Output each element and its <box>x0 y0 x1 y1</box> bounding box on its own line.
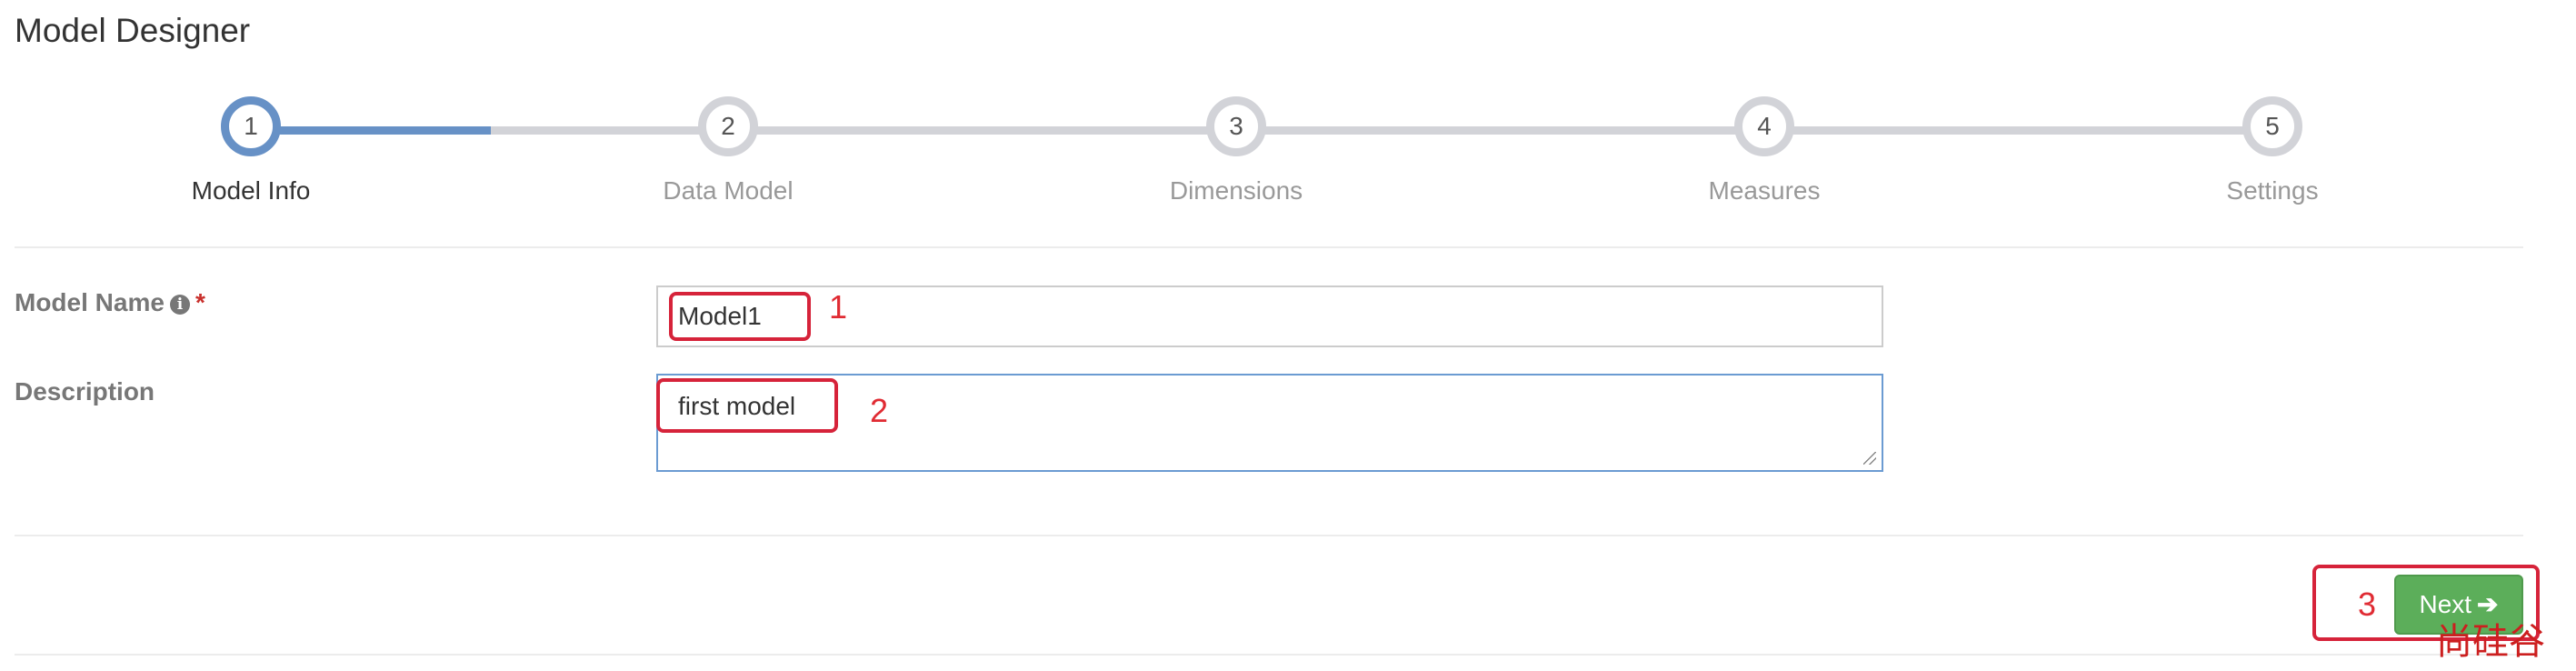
next-button-label: Next <box>2419 590 2472 618</box>
annotation-number-2: 2 <box>870 392 889 429</box>
annotation-box-1 <box>669 292 811 341</box>
divider-top <box>15 246 2523 248</box>
model-name-label: Model Name i * <box>15 287 205 318</box>
annotation-number-1: 1 <box>829 288 848 325</box>
wizard-step-dimensions[interactable]: 3 Dimensions <box>1127 91 1345 205</box>
divider-footer <box>15 654 2523 656</box>
step-label: Model Info <box>191 176 311 205</box>
annotation-box-2 <box>656 378 838 433</box>
wizard-step-model-info[interactable]: 1 Model Info <box>142 91 360 205</box>
page-title: Model Designer <box>15 12 251 49</box>
wizard-steps: 1 Model Info 2 Data Model 3 Dimensions 4… <box>0 91 2576 218</box>
step-label: Settings <box>2226 176 2319 205</box>
step-label: Measures <box>1708 176 1821 205</box>
annotation-number-3: 3 <box>2358 586 2377 623</box>
step-circle: 5 <box>2242 96 2302 156</box>
required-mark: * <box>195 288 205 316</box>
wizard-step-data-model[interactable]: 2 Data Model <box>619 91 837 205</box>
model-name-label-text: Model Name <box>15 288 165 316</box>
step-circle: 4 <box>1734 96 1794 156</box>
step-circle: 1 <box>221 96 281 156</box>
step-label: Dimensions <box>1169 176 1303 205</box>
step-circle: 3 <box>1206 96 1266 156</box>
wizard-step-settings[interactable]: 5 Settings <box>2163 91 2381 205</box>
step-label: Data Model <box>663 176 794 205</box>
info-icon[interactable]: i <box>169 295 190 315</box>
wizard-step-measures[interactable]: 4 Measures <box>1655 91 1873 205</box>
resize-grip-icon[interactable] <box>1863 452 1876 465</box>
step-circle: 2 <box>698 96 758 156</box>
description-textarea[interactable]: first model <box>656 374 1883 472</box>
description-label: Description <box>15 377 155 406</box>
watermark-logo: 尚硅谷 <box>2436 621 2545 663</box>
divider-bottom <box>15 535 2523 536</box>
